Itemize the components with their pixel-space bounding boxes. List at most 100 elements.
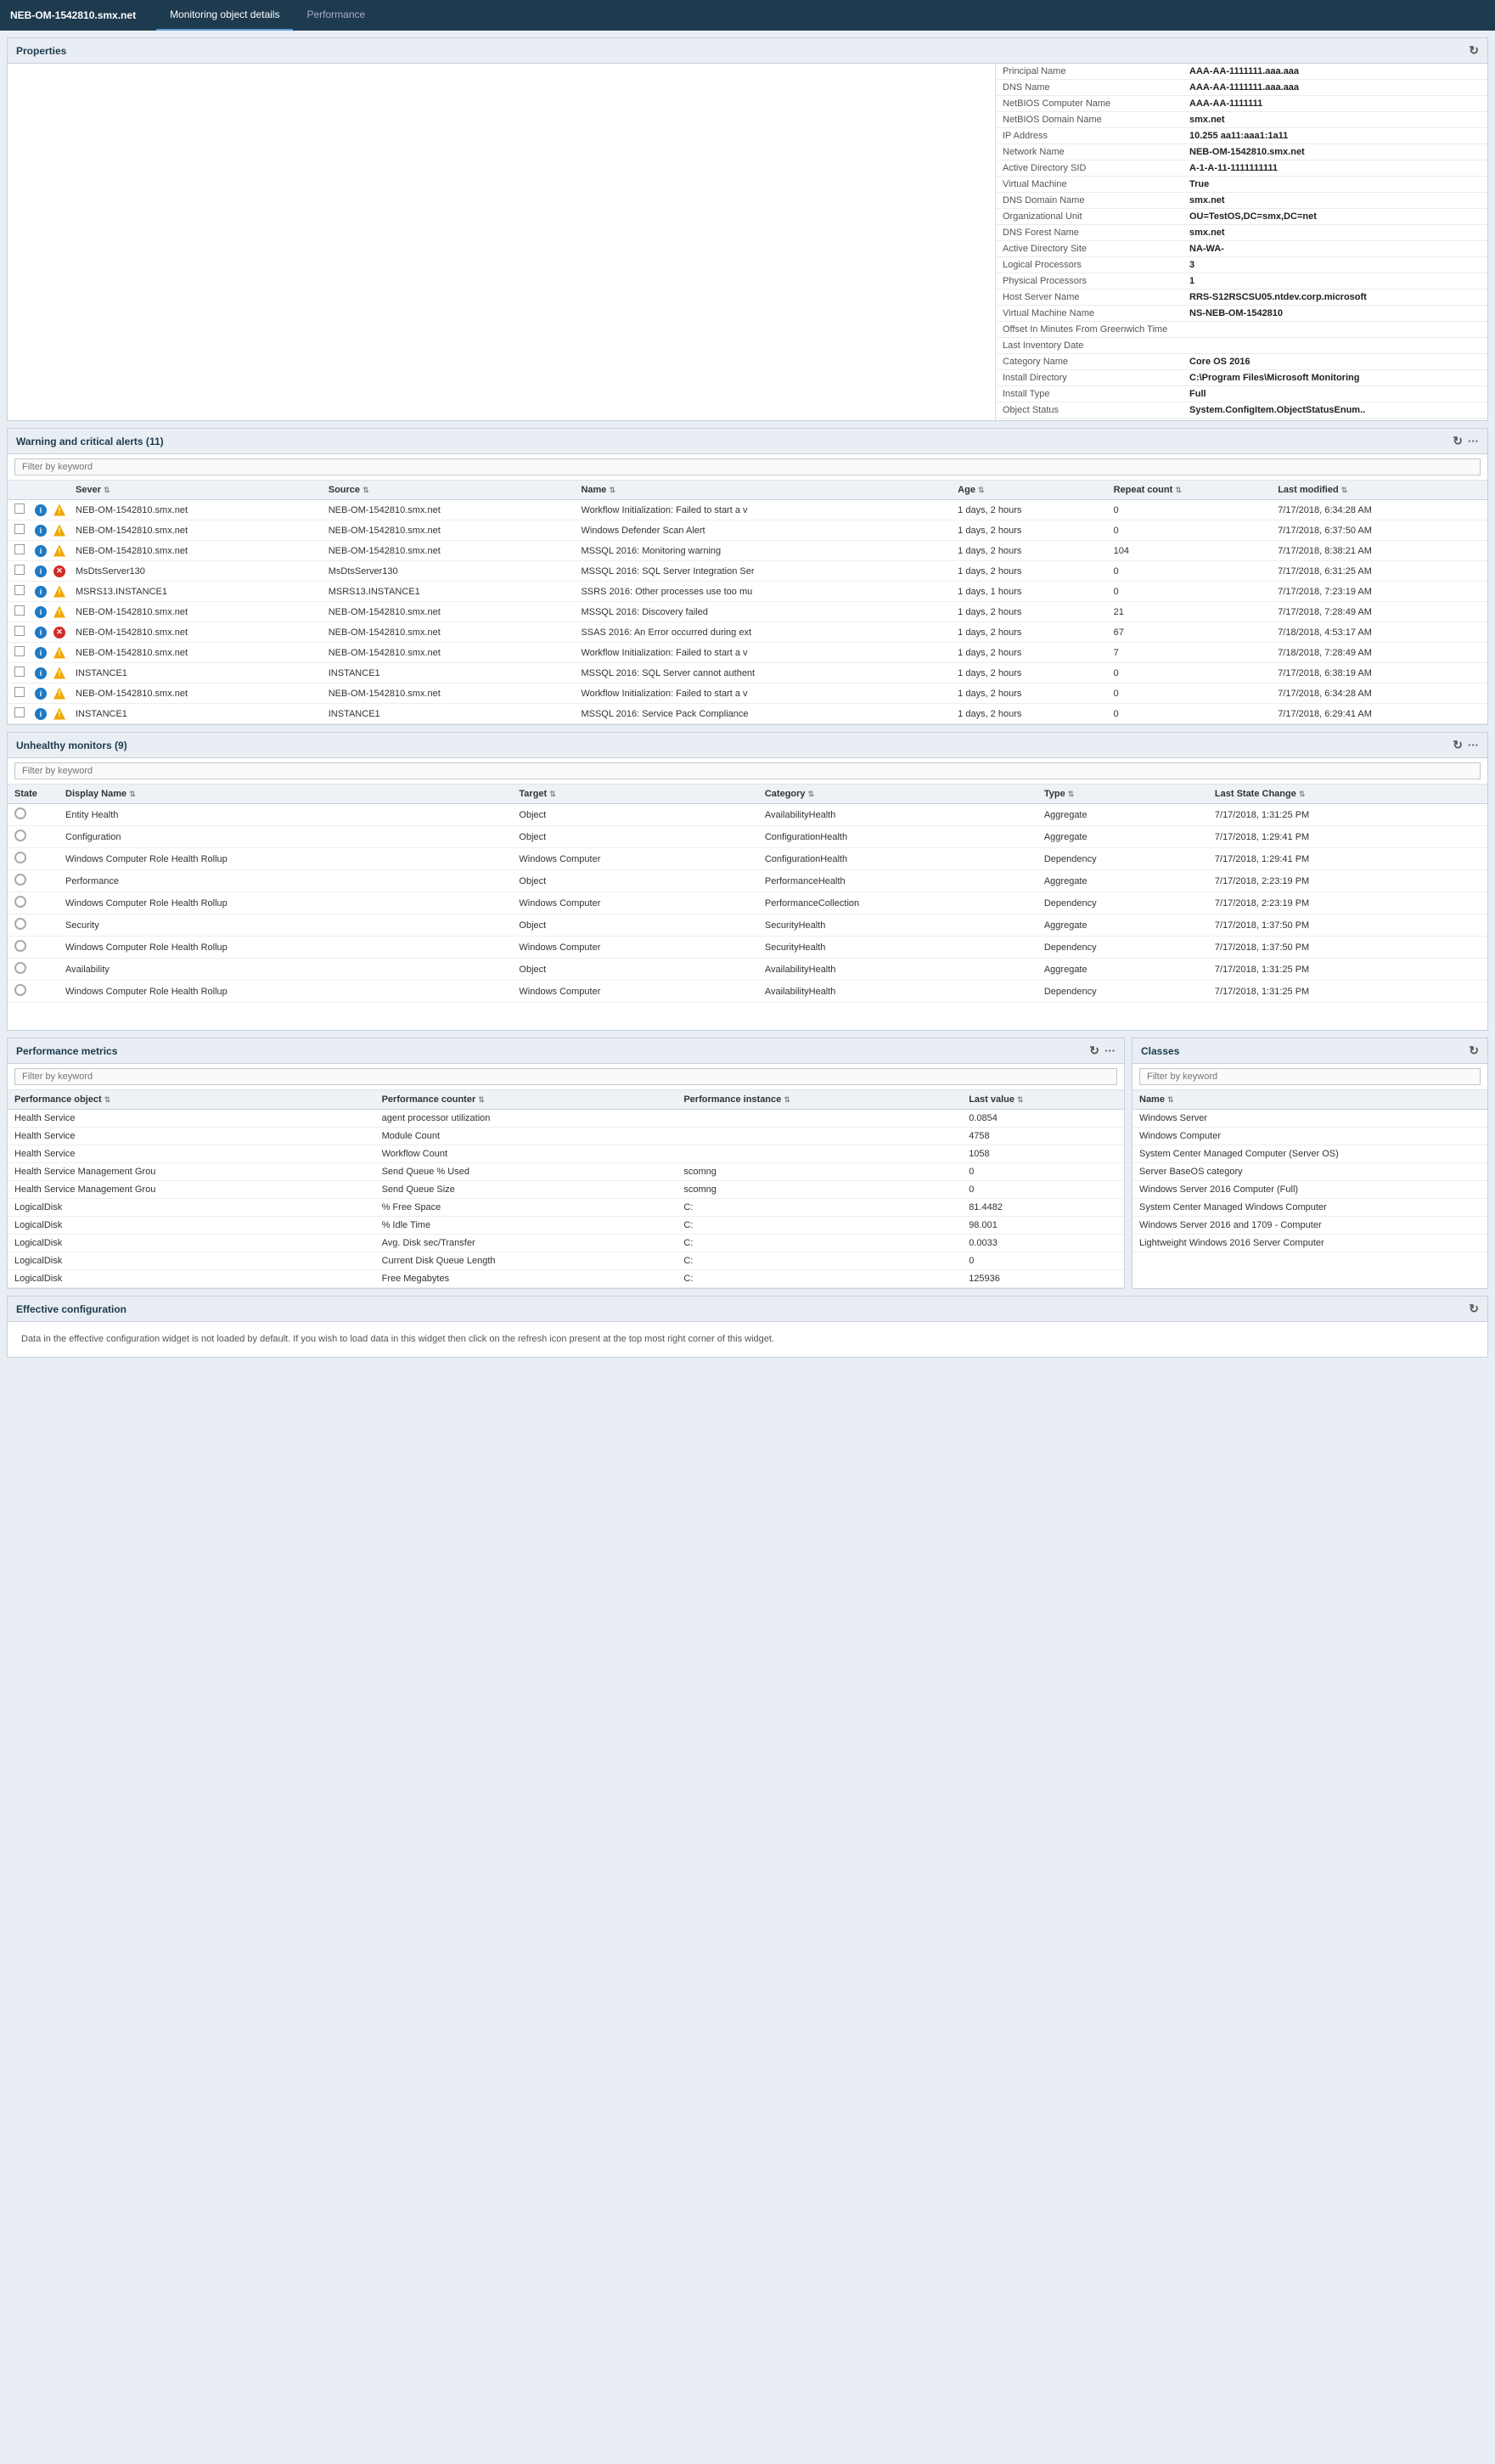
prop-key: Install Type (996, 386, 1183, 402)
monitor-display-name: Windows Computer Role Health Rollup (59, 892, 512, 914)
alerts-col-source[interactable]: Source ⇅ (322, 481, 575, 500)
perf-value: 0.0854 (962, 1110, 1124, 1128)
properties-panel-header: Properties ↻ (8, 38, 1487, 64)
unhealthy-col-state[interactable]: State (8, 785, 59, 804)
unhealthy-filter-input[interactable] (14, 762, 1481, 779)
alerts-col-server[interactable]: Sever ⇅ (69, 481, 322, 500)
perf-table-row: LogicalDisk Avg. Disk sec/Transfer C: 0.… (8, 1235, 1124, 1252)
unhealthy-refresh-icon[interactable]: ↻ (1453, 738, 1463, 752)
classes-filter-bar (1132, 1064, 1487, 1090)
alert-info-icon-cell: i (31, 500, 50, 520)
alerts-col-name[interactable]: Name ⇅ (574, 481, 951, 500)
prop-value: 3 (1183, 257, 1487, 273)
alert-checkbox-cell[interactable] (8, 582, 31, 602)
alert-checkbox-cell[interactable] (8, 684, 31, 704)
perf-col-obj[interactable]: Performance object ⇅ (8, 1090, 375, 1110)
prop-key: Organizational Unit (996, 209, 1183, 225)
classes-filter-input[interactable] (1139, 1068, 1481, 1085)
alert-modified: 7/18/2018, 7:28:49 AM (1271, 643, 1487, 663)
monitor-state-cell (8, 804, 59, 826)
monitor-state-cell (8, 959, 59, 981)
alert-checkbox-cell[interactable] (8, 663, 31, 684)
alert-name: Windows Defender Scan Alert (574, 520, 951, 541)
perf-col-value[interactable]: Last value ⇅ (962, 1090, 1124, 1110)
prop-value: C:\Program Files\Microsoft Monitoring (1183, 370, 1487, 386)
alert-checkbox-cell[interactable] (8, 541, 31, 561)
alert-checkbox-cell[interactable] (8, 704, 31, 724)
alert-source: INSTANCE1 (322, 663, 575, 684)
alert-name: MSSQL 2016: SQL Server Integration Ser (574, 561, 951, 582)
alert-modified: 7/17/2018, 6:37:50 AM (1271, 520, 1487, 541)
alert-repeat: 0 (1107, 663, 1272, 684)
state-circle-icon (14, 852, 26, 864)
alerts-col-checkbox (8, 481, 31, 500)
alert-age: 1 days, 2 hours (951, 684, 1106, 704)
unhealthy-table-wrapper: State Display Name ⇅ Target ⇅ Category ⇅… (8, 785, 1487, 1003)
perf-refresh-icon[interactable]: ↻ (1089, 1044, 1099, 1058)
properties-table-row: Last Inventory Date (996, 338, 1487, 354)
alerts-more-icon[interactable]: ··· (1468, 435, 1479, 447)
alerts-col-age[interactable]: Age ⇅ (951, 481, 1106, 500)
perf-more-icon[interactable]: ··· (1104, 1044, 1116, 1057)
monitor-category: PerformanceCollection (758, 892, 1037, 914)
perf-obj: LogicalDisk (8, 1217, 375, 1235)
unhealthy-table-row: Availability Object AvailabilityHealth A… (8, 959, 1487, 981)
perf-instance (677, 1128, 962, 1145)
alert-age: 1 days, 2 hours (951, 500, 1106, 520)
alert-source: NEB-OM-1542810.smx.net (322, 643, 575, 663)
properties-refresh-icon[interactable]: ↻ (1469, 43, 1479, 58)
alert-checkbox-cell[interactable] (8, 602, 31, 622)
header-tabs: Monitoring object details Performance (156, 0, 379, 31)
classes-col-name[interactable]: Name ⇅ (1132, 1090, 1487, 1110)
unhealthy-col-lastchange[interactable]: Last State Change ⇅ (1208, 785, 1487, 804)
perf-filter-input[interactable] (14, 1068, 1117, 1085)
classes-header: Classes ↻ (1132, 1038, 1487, 1064)
alerts-col-repeat[interactable]: Repeat count ⇅ (1107, 481, 1272, 500)
info-icon: i (35, 688, 47, 700)
properties-table-row: Install Directory C:\Program Files\Micro… (996, 370, 1487, 386)
perf-table-row: Health Service Workflow Count 1058 (8, 1145, 1124, 1163)
prop-key: Host Server Name (996, 290, 1183, 306)
monitor-type: Aggregate (1037, 870, 1208, 892)
classes-refresh-icon[interactable]: ↻ (1469, 1044, 1479, 1058)
prop-key: NetBIOS Computer Name (996, 96, 1183, 112)
tab-monitoring-object-details[interactable]: Monitoring object details (156, 0, 293, 31)
class-name: Windows Server (1132, 1110, 1487, 1128)
alerts-col-icon (50, 481, 69, 500)
unhealthy-more-icon[interactable]: ··· (1468, 739, 1479, 751)
unhealthy-col-target[interactable]: Target ⇅ (512, 785, 757, 804)
effective-config-title: Effective configuration (16, 1303, 126, 1315)
performance-metrics-panel: Performance metrics ↻ ··· Performance ob… (7, 1038, 1125, 1289)
prop-value: AAA-AA-1111111.aaa.aaa (1183, 80, 1487, 96)
classes-panel: Classes ↻ Name ⇅ Windows ServerWindows C… (1132, 1038, 1488, 1289)
perf-filter-bar (8, 1064, 1124, 1090)
alerts-refresh-icon[interactable]: ↻ (1453, 434, 1463, 448)
alert-checkbox-cell[interactable] (8, 622, 31, 643)
effective-config-refresh-icon[interactable]: ↻ (1469, 1302, 1479, 1316)
alerts-filter-input[interactable] (14, 458, 1481, 475)
unhealthy-col-category[interactable]: Category ⇅ (758, 785, 1037, 804)
alert-checkbox-cell[interactable] (8, 520, 31, 541)
alert-repeat: 104 (1107, 541, 1272, 561)
alert-repeat: 7 (1107, 643, 1272, 663)
alerts-col-modified[interactable]: Last modified ⇅ (1271, 481, 1487, 500)
perf-col-counter[interactable]: Performance counter ⇅ (375, 1090, 677, 1110)
monitor-type: Dependency (1037, 892, 1208, 914)
alert-checkbox-cell[interactable] (8, 643, 31, 663)
perf-counter: agent processor utilization (375, 1110, 677, 1128)
monitor-category: ConfigurationHealth (758, 826, 1037, 848)
alert-server: NEB-OM-1542810.smx.net (69, 602, 322, 622)
properties-table-row: Virtual Machine Name NS-NEB-OM-1542810 (996, 306, 1487, 322)
tab-performance[interactable]: Performance (293, 0, 379, 31)
alert-age: 1 days, 2 hours (951, 520, 1106, 541)
prop-value: NEB-OM-1542810.smx.net (1183, 144, 1487, 160)
properties-table-row: DNS Forest Name smx.net (996, 225, 1487, 241)
alerts-filter-bar (8, 454, 1487, 481)
unhealthy-col-name[interactable]: Display Name ⇅ (59, 785, 512, 804)
alert-checkbox-cell[interactable] (8, 500, 31, 520)
alert-modified: 7/18/2018, 4:53:17 AM (1271, 622, 1487, 643)
unhealthy-col-type[interactable]: Type ⇅ (1037, 785, 1208, 804)
unhealthy-table: State Display Name ⇅ Target ⇅ Category ⇅… (8, 785, 1487, 1003)
alert-checkbox-cell[interactable] (8, 561, 31, 582)
perf-col-instance[interactable]: Performance instance ⇅ (677, 1090, 962, 1110)
